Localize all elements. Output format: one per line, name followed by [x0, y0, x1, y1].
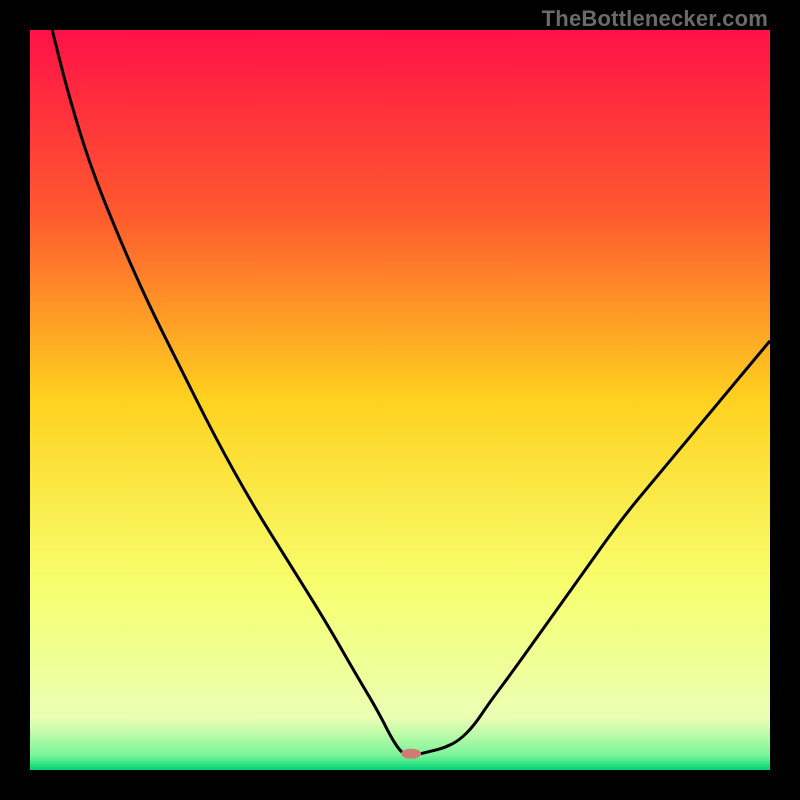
watermark-text: TheBottlenecker.com — [542, 6, 768, 32]
chart-frame: TheBottlenecker.com — [0, 0, 800, 800]
gradient-background — [30, 30, 770, 770]
optimal-marker — [401, 749, 421, 759]
plot-area — [30, 30, 770, 770]
chart-svg — [30, 30, 770, 770]
